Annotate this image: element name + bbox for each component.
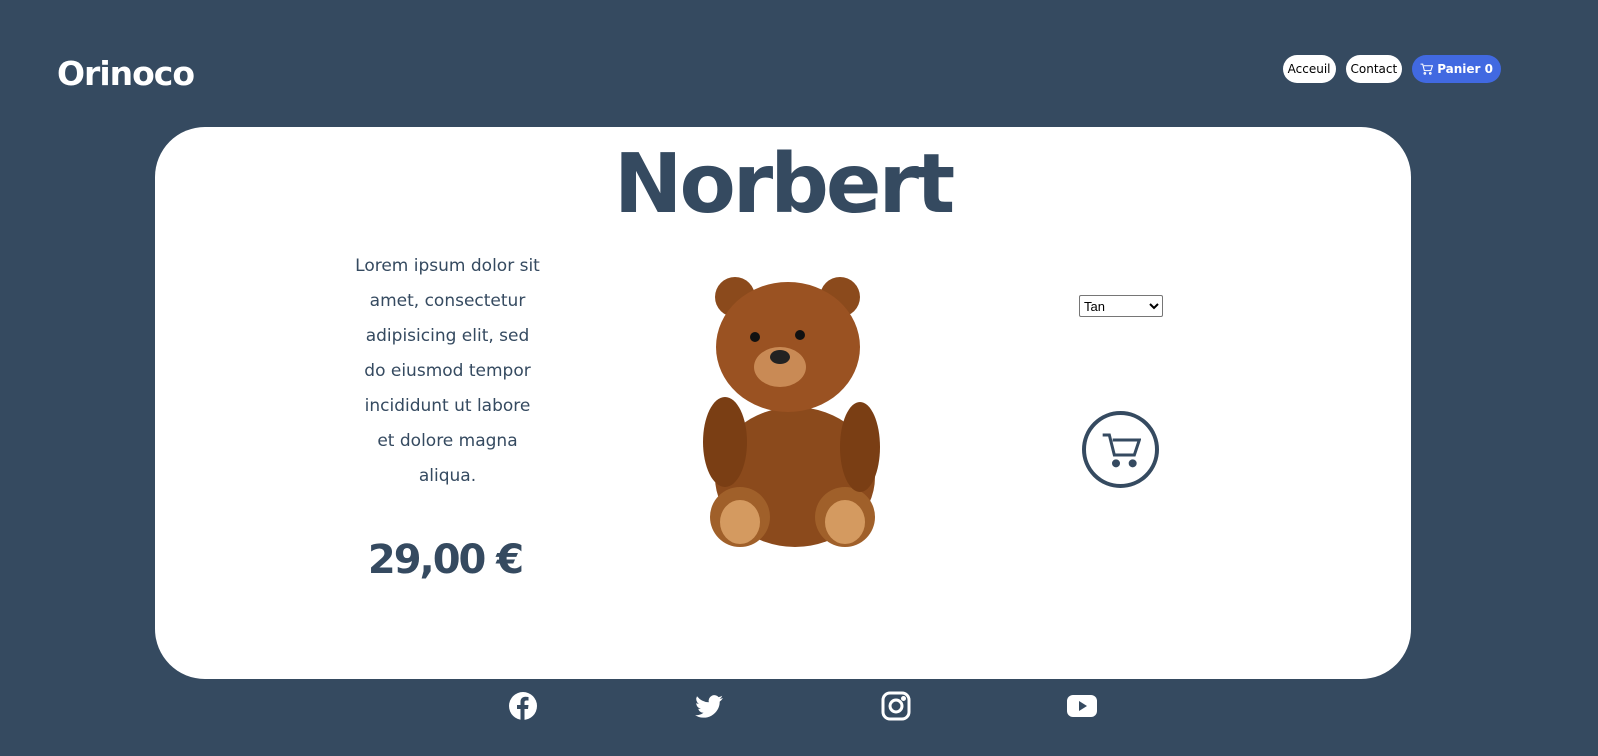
color-select[interactable]: Tan (1079, 295, 1163, 317)
logo[interactable]: Orinoco (57, 54, 195, 93)
instagram-icon[interactable] (880, 690, 912, 722)
twitter-icon[interactable] (693, 690, 725, 722)
product-image (703, 277, 880, 547)
nav-cart-link[interactable]: Panier 0 (1412, 55, 1501, 83)
cart-icon (1420, 63, 1434, 75)
main-nav: Acceuil Contact Panier 0 (1282, 55, 1501, 83)
add-to-cart-button[interactable] (1082, 411, 1159, 488)
nav-home-link[interactable]: Acceuil (1282, 55, 1336, 83)
nav-contact-link[interactable]: Contact (1345, 55, 1403, 83)
cart-label: Panier 0 (1437, 62, 1493, 76)
youtube-icon[interactable] (1066, 690, 1098, 722)
cart-icon (1102, 433, 1141, 467)
product-price: 29,00 € (367, 537, 524, 583)
product-title: Norbert (613, 137, 955, 232)
product-card: Norbert Lorem ipsum dolor sit amet, cons… (155, 127, 1411, 679)
facebook-icon[interactable] (507, 690, 539, 722)
product-description: Lorem ipsum dolor sit amet, consectetur … (355, 256, 540, 486)
